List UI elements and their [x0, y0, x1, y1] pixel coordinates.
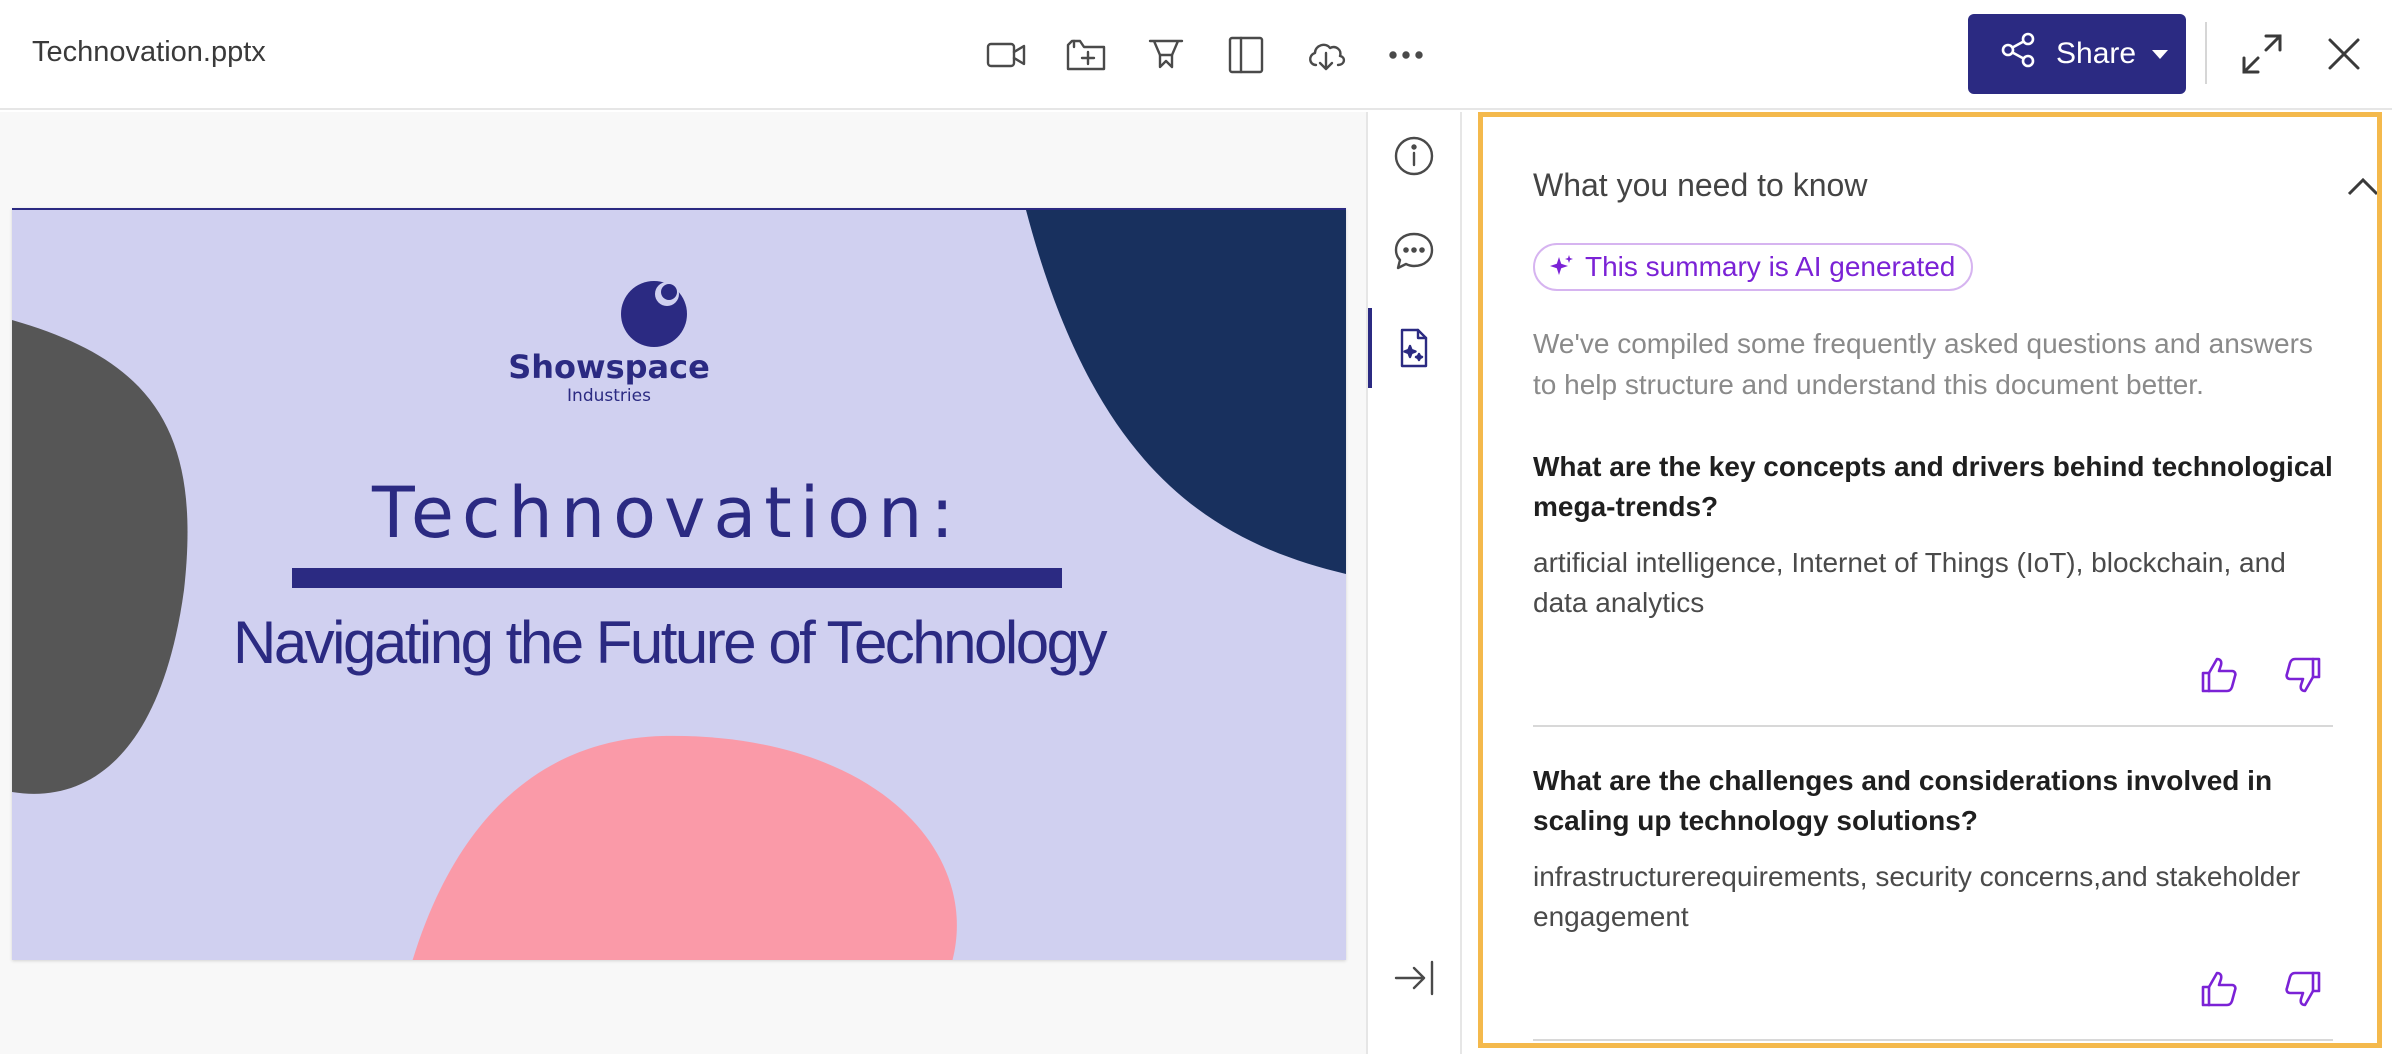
collapse-pane-icon[interactable]	[1390, 954, 1442, 1006]
divider	[1533, 1039, 2333, 1041]
showspace-logo	[616, 270, 696, 350]
layout-panel-icon[interactable]	[1216, 26, 1276, 84]
ai-generated-badge: This summary is AI generated	[1533, 243, 1974, 291]
chevron-down-icon	[2152, 49, 2169, 59]
cloud-download-icon[interactable]	[1296, 26, 1356, 84]
thumbs-up-icon[interactable]	[2197, 967, 2241, 1011]
top-bar: Technovation.pptx Share	[0, 0, 2392, 110]
chevron-up-icon[interactable]	[2343, 167, 2377, 207]
share-icon	[1998, 30, 2038, 78]
side-rail	[1366, 112, 1462, 1054]
question-text: What are the challenges and consideratio…	[1533, 765, 2273, 836]
answer-text: infrastructurerequirements, security con…	[1533, 861, 2301, 932]
slide-title: Technovation:	[372, 472, 962, 554]
brand-subtitle: Industries	[567, 386, 651, 406]
answer-text: artificial intelligence, Internet of Thi…	[1533, 547, 2286, 618]
active-indicator	[1368, 308, 1372, 388]
close-icon[interactable]	[2318, 28, 2370, 80]
sparkle-icon	[1550, 255, 1573, 275]
brand-name: Showspace	[508, 348, 710, 386]
more-options-icon[interactable]	[1376, 26, 1436, 84]
share-button[interactable]: Share	[1968, 14, 2186, 94]
share-label: Share	[2056, 37, 2137, 70]
comments-icon[interactable]	[1390, 228, 1442, 280]
divider	[1533, 725, 2333, 727]
thumbs-down-icon[interactable]	[2281, 967, 2325, 1011]
qa-item: What are the key concepts and drivers be…	[1533, 447, 2333, 623]
add-to-folder-icon[interactable]	[1056, 26, 1116, 84]
thumbs-up-icon[interactable]	[2197, 653, 2241, 697]
toolbar	[976, 26, 1436, 84]
slide-subtitle: Navigating the Future of Technology	[232, 609, 1108, 676]
expand-icon[interactable]	[2236, 28, 2288, 80]
thumbs-down-icon[interactable]	[2281, 653, 2325, 697]
file-title: Technovation.pptx	[32, 36, 266, 68]
pin-icon[interactable]	[1136, 26, 1196, 84]
ai-summary-icon[interactable]	[1390, 324, 1442, 376]
divider	[2205, 22, 2207, 84]
question-text: What are the key concepts and drivers be…	[1533, 451, 2333, 522]
qa-item: What are the challenges and consideratio…	[1533, 761, 2333, 937]
intro-text: We've compiled some frequently asked que…	[1533, 328, 2313, 400]
video-icon[interactable]	[976, 26, 1036, 84]
panel-heading: What you need to know	[1533, 167, 1868, 203]
info-icon[interactable]	[1390, 132, 1442, 184]
title-underline	[292, 568, 1062, 588]
slide-stage: Showspace Industries Technovation: Navig…	[0, 112, 1366, 1054]
slide-preview[interactable]: Showspace Industries Technovation: Navig…	[12, 208, 1346, 960]
ai-badge-label: This summary is AI generated	[1585, 251, 1956, 282]
summary-panel: What you need to know This summary is AI…	[1478, 112, 2382, 1048]
